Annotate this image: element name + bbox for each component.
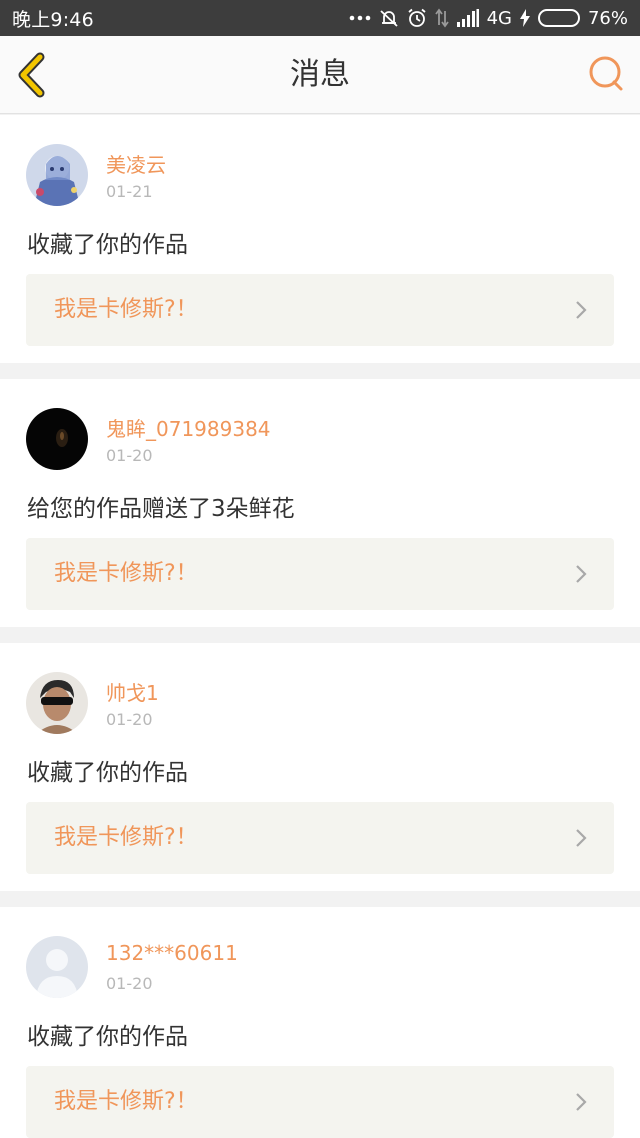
alarm-icon	[407, 8, 427, 28]
nav-bar: 消息	[0, 36, 640, 114]
message-date: 01-21	[106, 182, 153, 201]
chevron-left-icon	[18, 52, 45, 98]
default-avatar-icon	[26, 936, 88, 998]
message-text: 收藏了你的作品	[27, 1024, 188, 1050]
work-link[interactable]: 我是卡修斯?！	[26, 1066, 614, 1138]
page-title: 消息	[290, 57, 350, 92]
username[interactable]: 帅戈1	[106, 677, 159, 706]
chevron-right-icon	[576, 565, 587, 583]
chevron-right-icon	[576, 1093, 587, 1111]
data-transfer-icon	[434, 8, 449, 28]
avatar[interactable]	[26, 144, 88, 206]
work-title: 我是卡修斯?！	[54, 297, 198, 322]
work-title: 我是卡修斯?！	[54, 1089, 198, 1114]
battery-icon	[537, 9, 580, 27]
work-link[interactable]: 我是卡修斯?！	[26, 802, 614, 874]
bell-muted-icon	[379, 8, 399, 28]
status-bar: 晚上9:46 4G 76%	[0, 0, 640, 36]
work-link[interactable]: 我是卡修斯?！	[26, 274, 614, 346]
message-text: 收藏了你的作品	[27, 760, 188, 786]
message-date: 01-20	[106, 974, 153, 993]
search-button[interactable]	[586, 54, 626, 94]
search-icon	[589, 56, 623, 91]
message-card: 鬼眸_071989384 01-20 给您的作品赠送了3朵鲜花 我是卡修斯?！	[0, 379, 640, 627]
username[interactable]: 美凌云	[106, 149, 166, 178]
avatar[interactable]	[26, 408, 88, 470]
chevron-right-icon	[576, 301, 587, 319]
work-title: 我是卡修斯?！	[54, 825, 198, 850]
message-text: 给您的作品赠送了3朵鲜花	[27, 496, 295, 522]
more-dots-icon	[349, 14, 371, 22]
message-card: 帅戈1 01-20 收藏了你的作品 我是卡修斯?！	[0, 643, 640, 891]
message-card: 132***60611 01-20 收藏了你的作品 我是卡修斯?！	[0, 907, 640, 1138]
work-title: 我是卡修斯?！	[54, 561, 198, 586]
message-text: 收藏了你的作品	[27, 232, 188, 258]
avatar[interactable]	[26, 936, 88, 998]
status-time: 晚上9:46	[12, 8, 94, 31]
message-card: 美凌云 01-21 收藏了你的作品 我是卡修斯?！	[0, 115, 640, 363]
message-date: 01-20	[106, 710, 153, 729]
status-icons: 4G 76%	[349, 8, 628, 29]
avatar[interactable]	[26, 672, 88, 734]
back-button[interactable]	[14, 52, 58, 98]
username[interactable]: 鬼眸_071989384	[106, 413, 271, 442]
work-link[interactable]: 我是卡修斯?！	[26, 538, 614, 610]
message-list: 美凌云 01-21 收藏了你的作品 我是卡修斯?！ 鬼眸_071989384 0…	[0, 115, 640, 1138]
network-type: 4G	[486, 7, 512, 29]
charging-bolt-icon	[519, 9, 530, 27]
message-date: 01-20	[106, 446, 153, 465]
username[interactable]: 132***60611	[106, 941, 238, 965]
chevron-right-icon	[576, 829, 587, 847]
signal-icon	[456, 9, 479, 27]
battery-percent: 76%	[587, 7, 628, 29]
